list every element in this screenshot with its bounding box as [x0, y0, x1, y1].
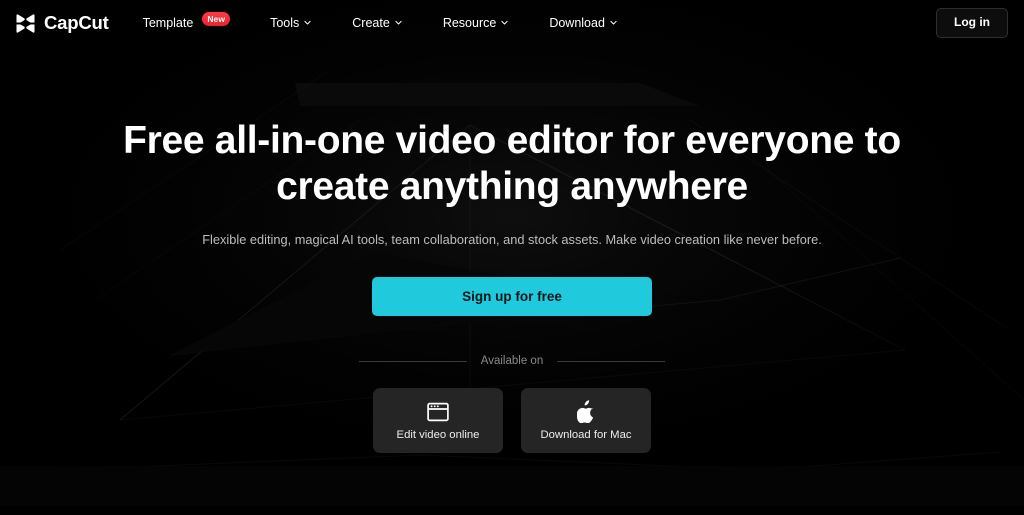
chevron-down-icon: [609, 18, 618, 27]
brand-logo[interactable]: CapCut: [14, 12, 109, 35]
nav-item-label: Download: [549, 16, 605, 30]
nav-item-template[interactable]: Template New: [143, 10, 251, 37]
page-title: Free all-in-one video editor for everyon…: [112, 118, 912, 210]
divider-rule-right: [557, 361, 666, 363]
platform-cards: Edit video online Download for Mac: [0, 388, 1024, 454]
download-for-mac-card[interactable]: Download for Mac: [521, 388, 651, 454]
card-label: Download for Mac: [540, 428, 632, 441]
edit-video-online-card[interactable]: Edit video online: [373, 388, 503, 454]
card-label: Edit video online: [396, 428, 480, 441]
brand-name: CapCut: [44, 11, 109, 33]
main-navigation: Template New Tools Create Resource Downl…: [143, 10, 638, 37]
chevron-down-icon: [394, 18, 403, 27]
nav-item-tools[interactable]: Tools: [250, 10, 332, 36]
capcut-hourglass-logo-icon: [16, 13, 35, 33]
capcut-landing-page: CapCut Template New Tools Create Resourc…: [0, 0, 1024, 515]
chevron-down-icon: [303, 18, 312, 27]
hero-section: Free all-in-one video editor for everyon…: [0, 46, 1024, 454]
site-header: CapCut Template New Tools Create Resourc…: [0, 0, 1024, 46]
sign-up-for-free-button[interactable]: Sign up for free: [372, 276, 652, 316]
divider-rule-left: [358, 361, 467, 363]
nav-item-label: Tools: [270, 16, 300, 30]
new-badge: New: [202, 11, 231, 27]
nav-item-resource[interactable]: Resource: [423, 10, 530, 36]
apple-icon: [576, 400, 596, 424]
browser-window-icon: [427, 401, 449, 423]
chevron-down-icon: [500, 18, 509, 27]
login-button[interactable]: Log in: [936, 8, 1008, 38]
hero-title-line-2: create anything anywhere: [276, 165, 748, 209]
nav-item-create[interactable]: Create: [332, 10, 423, 36]
nav-item-download[interactable]: Download: [529, 10, 638, 36]
nav-item-label: Create: [352, 16, 390, 30]
nav-item-label: Template: [142, 16, 194, 30]
nav-item-label: Resource: [442, 16, 497, 30]
available-on-divider: Available on: [0, 354, 1024, 368]
cta-container: Sign up for free: [0, 276, 1024, 316]
hero-subtitle: Flexible editing, magical AI tools, team…: [202, 232, 822, 248]
available-on-label: Available on: [480, 354, 544, 367]
hero-title-line-1: Free all-in-one video editor for everyon…: [123, 119, 901, 162]
